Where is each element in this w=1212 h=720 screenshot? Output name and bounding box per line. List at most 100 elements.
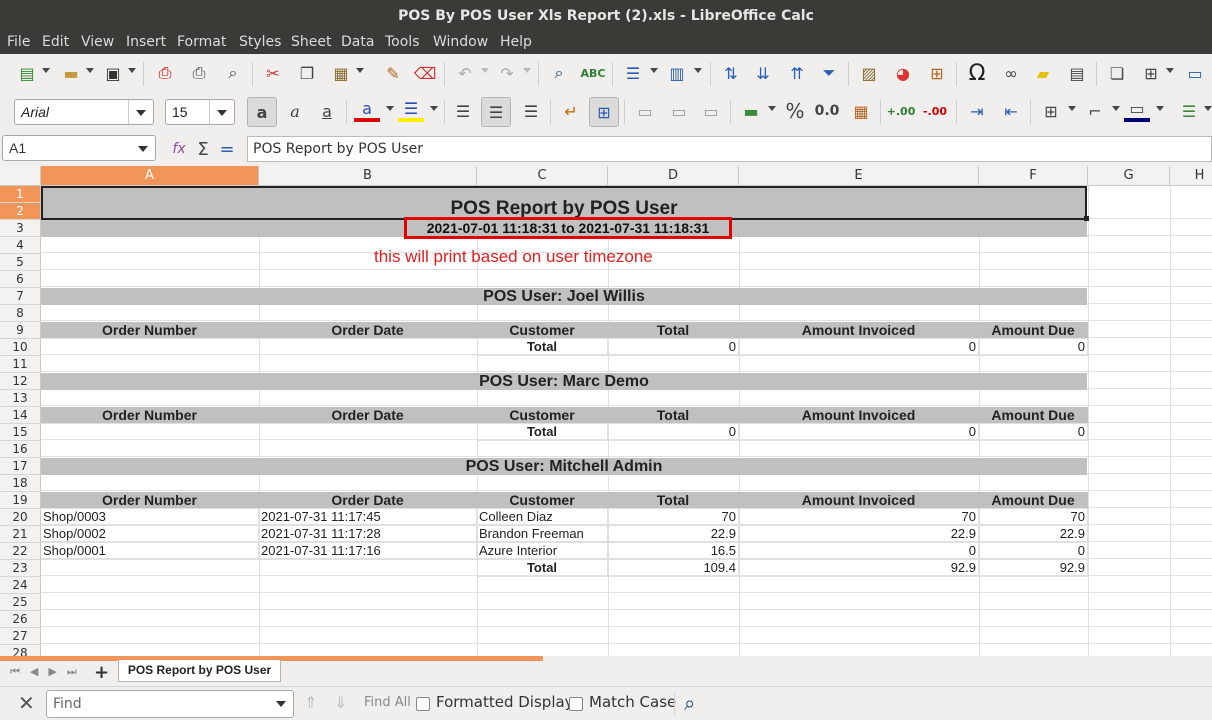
row-header[interactable]: 19 <box>0 492 41 509</box>
add-decimal-icon[interactable]: +.00 <box>887 98 916 124</box>
row-header[interactable]: 25 <box>0 594 41 611</box>
order-invoiced[interactable]: 22.9 <box>739 526 979 543</box>
add-sheet-icon[interactable]: + <box>94 662 109 683</box>
chevron-down-icon[interactable] <box>269 691 293 715</box>
find-input[interactable]: Find <box>46 690 294 718</box>
borders-icon[interactable]: ⊞ <box>1038 98 1064 124</box>
row-header[interactable]: 9 <box>0 322 41 339</box>
row-header[interactable]: 18 <box>0 475 41 492</box>
underline-icon[interactable]: a <box>314 98 340 124</box>
row-header[interactable]: 13 <box>0 390 41 407</box>
center-vertically-icon[interactable]: ▭ <box>666 98 692 124</box>
sort-descending-icon[interactable]: ⇊ <box>750 60 776 86</box>
number-format-icon[interactable]: 0.0 <box>814 98 840 124</box>
undo-icon[interactable]: ↶ <box>452 60 478 86</box>
total-due[interactable]: 92.9 <box>979 560 1088 577</box>
chevron-down-icon[interactable] <box>209 100 234 124</box>
input-line[interactable]: POS Report by POS User <box>247 136 1212 162</box>
row-header[interactable]: 27 <box>0 628 41 645</box>
bold-icon[interactable]: a <box>247 97 277 127</box>
chevron-down-icon[interactable] <box>131 136 155 160</box>
close-icon[interactable]: ✕ <box>18 693 35 713</box>
new-document-icon[interactable]: ▤ <box>14 60 40 86</box>
border-color-icon[interactable]: ▭ <box>1124 98 1150 122</box>
sheet-tab[interactable]: POS Report by POS User <box>118 660 281 682</box>
match-case-checkbox[interactable] <box>569 697 583 711</box>
italic-icon[interactable]: a <box>282 98 308 124</box>
row-header[interactable]: 20 <box>0 509 41 526</box>
row-header[interactable]: 16 <box>0 441 41 458</box>
total-due[interactable]: 0 <box>979 424 1088 441</box>
row-header[interactable]: 3 <box>0 220 41 237</box>
menu-file[interactable]: File <box>7 34 30 50</box>
total-value[interactable]: 0 <box>608 424 739 441</box>
total-label[interactable]: Total <box>477 424 608 441</box>
sheet-navigation-icon[interactable]: ⏮◀▶⏭ <box>10 665 87 679</box>
menu-edit[interactable]: Edit <box>42 34 69 50</box>
sum-icon[interactable]: Σ <box>190 136 216 162</box>
row-header[interactable]: 22 <box>0 543 41 560</box>
wrap-text-icon[interactable]: ↵ <box>558 98 584 124</box>
row-header[interactable]: 24 <box>0 577 41 594</box>
sort-icon[interactable]: ⇅ <box>718 60 744 86</box>
find-next-icon[interactable]: ⇓ <box>334 693 347 712</box>
row-header[interactable]: 17 <box>0 458 41 475</box>
total-invoiced[interactable]: 0 <box>739 424 979 441</box>
print-preview-icon[interactable]: ⌕ <box>220 60 246 86</box>
paste-icon[interactable]: ▦ <box>328 60 354 86</box>
insert-chart-icon[interactable]: ◕ <box>890 60 916 86</box>
find-replace-icon[interactable]: ⌕ <box>684 691 695 715</box>
increase-indent-icon[interactable]: ⇥ <box>964 98 990 124</box>
export-pdf-icon[interactable]: ⎙ <box>152 60 178 86</box>
total-label[interactable]: Total <box>477 339 608 356</box>
select-all-corner[interactable] <box>0 166 41 186</box>
row-header[interactable]: 1 <box>0 186 41 203</box>
conditional-format-icon[interactable]: ☰ <box>1176 98 1202 124</box>
align-right-icon[interactable]: ☰ <box>518 98 544 124</box>
find-previous-icon[interactable]: ⇑ <box>304 693 317 712</box>
name-box[interactable]: A1 <box>2 135 156 161</box>
decrease-indent-icon[interactable]: ⇤ <box>998 98 1024 124</box>
order-date[interactable]: 2021-07-31 11:17:28 <box>259 526 477 543</box>
row-header[interactable]: 10 <box>0 339 41 356</box>
column-header-c[interactable]: C <box>477 166 608 186</box>
spelling-icon[interactable]: ABC <box>580 60 606 86</box>
column-icon[interactable]: ▥ <box>664 60 690 86</box>
menu-insert[interactable]: Insert <box>126 34 166 50</box>
menu-help[interactable]: Help <box>500 34 532 50</box>
hyperlink-icon[interactable]: ∞ <box>998 60 1024 86</box>
border-style-icon[interactable]: ⌐ <box>1082 98 1108 124</box>
row-header[interactable]: 6 <box>0 271 41 288</box>
define-print-area-icon[interactable]: ❏ <box>1104 60 1130 86</box>
date-format-icon[interactable]: ▦ <box>848 98 874 124</box>
column-header-f[interactable]: F <box>979 166 1088 186</box>
highlight-color-icon[interactable]: ☰ <box>398 98 424 122</box>
formatted-display-checkbox[interactable] <box>416 697 430 711</box>
font-color-icon[interactable]: a <box>354 98 380 122</box>
order-date[interactable]: 2021-07-31 11:17:16 <box>259 543 477 560</box>
order-number[interactable]: Shop/0002 <box>41 526 259 543</box>
total-value[interactable]: 0 <box>608 339 739 356</box>
formula-icon[interactable]: = <box>214 136 240 162</box>
menu-data[interactable]: Data <box>341 34 374 50</box>
save-icon[interactable]: ▣ <box>100 60 126 86</box>
print-icon[interactable]: ⎙ <box>186 60 212 86</box>
row-header[interactable]: 23 <box>0 560 41 577</box>
total-invoiced[interactable]: 0 <box>739 339 979 356</box>
order-due[interactable]: 22.9 <box>979 526 1088 543</box>
autofilter-icon[interactable]: ⏷ <box>816 60 842 86</box>
currency-format-icon[interactable]: ▬ <box>738 98 764 124</box>
order-total[interactable]: 70 <box>608 509 739 526</box>
report-title[interactable]: POS Report by POS User <box>41 186 1087 220</box>
headers-footers-icon[interactable]: ▤ <box>1064 60 1090 86</box>
order-customer[interactable]: Colleen Diaz <box>477 509 608 526</box>
row-header[interactable]: 28 <box>0 645 41 656</box>
align-top-icon[interactable]: ▭ <box>632 98 658 124</box>
row-header[interactable]: 11 <box>0 356 41 373</box>
menu-view[interactable]: View <box>81 34 114 50</box>
comment-icon[interactable]: ▰ <box>1030 60 1056 86</box>
row-header[interactable]: 15 <box>0 424 41 441</box>
total-value[interactable]: 109.4 <box>608 560 739 577</box>
column-header-d[interactable]: D <box>608 166 739 186</box>
font-name-box[interactable]: Arial <box>14 99 154 125</box>
